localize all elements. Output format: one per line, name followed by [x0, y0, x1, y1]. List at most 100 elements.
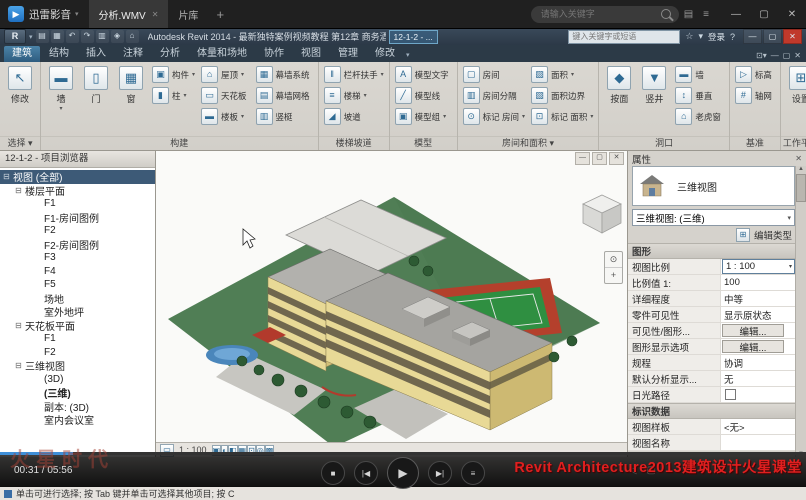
- ribbon-button[interactable]: ▼竖井: [637, 64, 671, 105]
- ribbon-button[interactable]: ▦幕墙系统: [254, 64, 315, 85]
- ribbon-button[interactable]: ▭天花板: [199, 85, 252, 106]
- scrollbar[interactable]: ▲ ▼: [795, 166, 806, 457]
- close-tab-icon[interactable]: ✕: [152, 10, 159, 19]
- property-value[interactable]: 无: [721, 371, 796, 386]
- ribbon-button[interactable]: ‖栏杆扶手▾: [322, 64, 386, 85]
- project-browser-title[interactable]: 12-1-2 - 项目浏览器: [0, 151, 155, 168]
- view-close-icon[interactable]: ✕: [609, 152, 624, 165]
- property-value[interactable]: 显示原状态: [721, 307, 796, 322]
- property-value[interactable]: 协调: [721, 355, 796, 370]
- tree-expander-icon[interactable]: ⊟: [3, 172, 13, 181]
- help-icon[interactable]: ?: [730, 32, 735, 42]
- ribbon-button[interactable]: ▣模型组▾: [393, 106, 454, 127]
- revit-minimize-button[interactable]: —: [743, 29, 762, 44]
- type-preview[interactable]: 三维视图: [632, 166, 795, 206]
- player-tab-video[interactable]: 分析.WMV ✕: [89, 0, 169, 28]
- edit-type-button[interactable]: ⊞ 编辑类型: [628, 226, 806, 243]
- scroll-up-icon[interactable]: ▲: [798, 166, 804, 172]
- ribbon-button[interactable]: ▥房间分隔: [461, 85, 527, 106]
- ribbon-tab[interactable]: 注释: [115, 46, 151, 62]
- ribbon-tab[interactable]: 体量和场地: [189, 46, 255, 62]
- ribbon-tab[interactable]: 分析: [152, 46, 188, 62]
- ribbon-button[interactable]: A模型文字: [393, 64, 454, 85]
- ribbon-button[interactable]: ▥竖梃: [254, 106, 315, 127]
- revit-app-button[interactable]: R: [4, 29, 26, 44]
- ribbon-button[interactable]: ⌂屋顶▾: [199, 64, 252, 85]
- ribbon-button[interactable]: ▬楼板▾: [199, 106, 252, 127]
- view-minimize-icon[interactable]: —: [575, 152, 590, 165]
- ribbon-button[interactable]: ⌂老虎窗: [673, 106, 726, 127]
- previous-button[interactable]: |◀: [354, 461, 378, 485]
- ribbon-button[interactable]: ◆按面: [602, 64, 636, 105]
- ribbon-button[interactable]: ≡楼梯▾: [322, 85, 386, 106]
- ribbon-tab[interactable]: 建筑: [4, 46, 40, 62]
- ribbon-button[interactable]: ╱模型线: [393, 85, 454, 106]
- nav-tool-icon[interactable]: ⊙: [605, 252, 622, 268]
- tree-expander-icon[interactable]: ⊟: [15, 361, 25, 370]
- tree-expander-icon[interactable]: ⊟: [15, 321, 25, 330]
- ribbon-button[interactable]: ▤幕墙网格: [254, 85, 315, 106]
- close-icon[interactable]: ✕: [795, 154, 802, 163]
- property-value[interactable]: 1 : 100: [722, 259, 795, 274]
- progress-bar[interactable]: [0, 452, 806, 455]
- qat-tool-icon[interactable]: ↶: [66, 30, 79, 43]
- doc-minimize-icon[interactable]: —: [771, 51, 779, 60]
- section-header-identity[interactable]: 标识数据: [628, 403, 796, 419]
- 3d-model-canvas[interactable]: [156, 151, 627, 443]
- play-button[interactable]: ▶: [387, 457, 419, 489]
- ribbon-button[interactable]: ▮柱▾: [150, 85, 197, 106]
- property-value[interactable]: [721, 435, 796, 450]
- tree-expander-icon[interactable]: ⊟: [15, 186, 25, 195]
- next-button[interactable]: ▶|: [428, 461, 452, 485]
- qat-tool-icon[interactable]: ▥: [96, 30, 109, 43]
- revit-maximize-button[interactable]: ▢: [763, 29, 782, 44]
- player-search[interactable]: [531, 6, 679, 23]
- tree-item[interactable]: (三维): [0, 386, 155, 400]
- ribbon-button[interactable]: ▦窗: [114, 64, 148, 112]
- tree-item[interactable]: F2-房间图例: [0, 238, 155, 252]
- ribbon-button[interactable]: #轴网: [733, 85, 777, 106]
- qat-tool-icon[interactable]: ◈: [111, 30, 124, 43]
- tree-item[interactable]: F4: [0, 265, 155, 279]
- ribbon-option-icon[interactable]: ▾: [763, 51, 767, 60]
- tree-item[interactable]: F5: [0, 278, 155, 292]
- stop-button[interactable]: ■: [321, 461, 345, 485]
- tree-item[interactable]: F3: [0, 251, 155, 265]
- ribbon-button[interactable]: ↖修改: [3, 64, 37, 105]
- qat-tool-icon[interactable]: ▦: [51, 30, 64, 43]
- drawing-area[interactable]: — ▢ ✕: [156, 151, 628, 457]
- tree-item[interactable]: F2: [0, 224, 155, 238]
- tree-item[interactable]: 室内会议室: [0, 413, 155, 427]
- tree-item[interactable]: ⊟ 楼层平面: [0, 184, 155, 198]
- tree-item[interactable]: F1: [0, 332, 155, 346]
- ribbon-button[interactable]: ◢坡道: [322, 106, 386, 127]
- ribbon-tab[interactable]: 管理: [330, 46, 366, 62]
- ribbon-tab[interactable]: 协作: [256, 46, 292, 62]
- tree-item[interactable]: 室外地坪: [0, 305, 155, 319]
- tree-item[interactable]: F1: [0, 197, 155, 211]
- revit-close-button[interactable]: ✕: [783, 29, 802, 44]
- ribbon-tab[interactable]: 视图: [293, 46, 329, 62]
- view-cube[interactable]: [579, 191, 625, 242]
- tree-item[interactable]: F1-房间图例: [0, 211, 155, 225]
- property-value[interactable]: 中等: [721, 291, 796, 306]
- tree-item[interactable]: ⊟ 天花板平面: [0, 319, 155, 333]
- doc-restore-icon[interactable]: ▢: [783, 51, 791, 60]
- ribbon-button[interactable]: ▬墙▾: [44, 64, 78, 112]
- ribbon-button[interactable]: ⊞设置: [784, 64, 806, 105]
- ribbon-button[interactable]: ▯门: [79, 64, 113, 112]
- main-menu-icon[interactable]: ≡: [698, 9, 714, 20]
- ribbon-tab[interactable]: 插入: [78, 46, 114, 62]
- tree-item[interactable]: ⊟ 三维视图: [0, 359, 155, 373]
- view-restore-icon[interactable]: ▢: [592, 152, 607, 165]
- ribbon-tab[interactable]: 修改: [367, 46, 403, 62]
- maximize-button[interactable]: ▢: [750, 0, 778, 28]
- property-value[interactable]: 编辑...: [722, 340, 784, 353]
- search-icon[interactable]: [661, 9, 671, 19]
- ribbon-button[interactable]: ▨面积▾: [529, 64, 595, 85]
- chevron-down-icon[interactable]: ▾: [698, 31, 703, 42]
- player-tab-library[interactable]: 片库: [168, 0, 208, 28]
- close-button[interactable]: ✕: [778, 0, 806, 28]
- chevron-down-icon[interactable]: ▾: [403, 51, 415, 62]
- property-value[interactable]: 100: [721, 275, 796, 290]
